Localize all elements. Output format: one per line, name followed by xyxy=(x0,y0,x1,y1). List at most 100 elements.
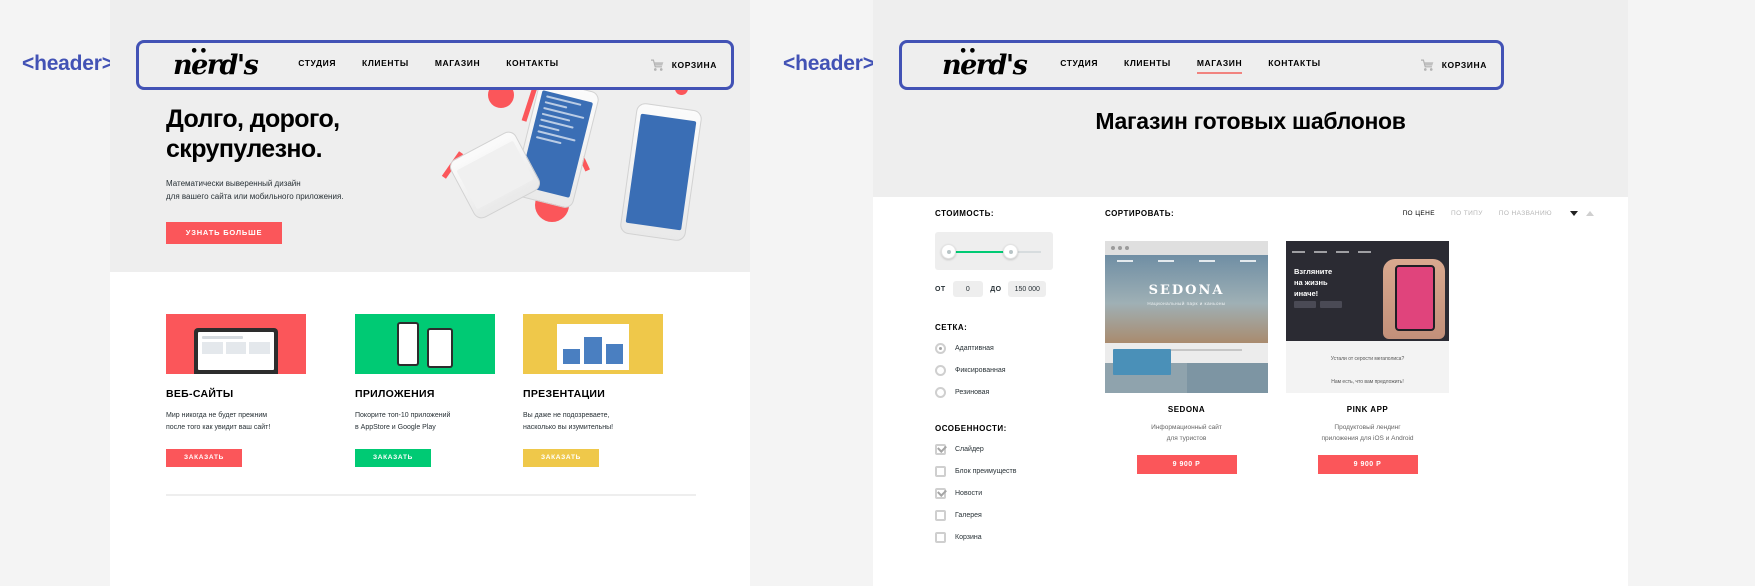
hero-cta-button[interactable]: УЗНАТЬ БОЛЬШЕ xyxy=(166,221,282,244)
product-description: Продуктовый лендинг приложения для iOS и… xyxy=(1321,424,1414,443)
option-label: Резиновая xyxy=(955,389,990,396)
price-range-inputs: ОТ 0 ДО 150 000 xyxy=(935,281,1053,297)
filter-grid-group: СЕТКА: Адаптивная Фиксированная Резинова… xyxy=(935,323,1053,398)
nav-item-studio[interactable]: СТУДИЯ xyxy=(298,58,336,73)
service-order-button[interactable]: ЗАКАЗАТЬ xyxy=(523,448,599,467)
service-illustration xyxy=(523,314,663,374)
nav-item-shop[interactable]: МАГАЗИН xyxy=(1196,58,1243,74)
nav-item-clients[interactable]: КЛИЕНТЫ xyxy=(1124,58,1171,73)
phone-mockup xyxy=(619,102,703,242)
product-card-sedona[interactable]: SEDONA Национальный парк и каньоны SEDON… xyxy=(1105,241,1268,475)
hero-copy: Долго, дорого, скрупулезно. Математическ… xyxy=(166,105,416,244)
sort-ascending-icon[interactable] xyxy=(1586,211,1594,216)
product-screenshot: SEDONA Национальный парк и каньоны xyxy=(1105,241,1268,393)
service-order-button[interactable]: ЗАКАЗАТЬ xyxy=(355,448,431,467)
checkbox-slider[interactable]: Слайдер xyxy=(935,444,1053,455)
checkbox-news[interactable]: Новости xyxy=(935,488,1053,499)
pink-phone-image xyxy=(1395,265,1435,331)
radio-grid-fluid[interactable]: Резиновая xyxy=(935,387,1053,398)
hero-illustration xyxy=(440,78,740,260)
hero-heading-line1: Долго, дорого, xyxy=(166,105,340,133)
laptop-icon xyxy=(194,328,278,374)
nav-right: СТУДИЯ КЛИЕНТЫ МАГАЗИН КОНТАКТЫ КОРЗИНА xyxy=(1060,58,1501,74)
radio-grid-fixed[interactable]: Фиксированная xyxy=(935,365,1053,376)
filter-grid-label: СЕТКА: xyxy=(935,323,968,332)
filter-sidebar: СТОИМОСТЬ: ОТ 0 ДО 150 000 СЕТКА: Адапти… xyxy=(935,209,1053,543)
phone-screen xyxy=(456,140,534,210)
shop-body: СТОИМОСТЬ: ОТ 0 ДО 150 000 СЕТКА: Адапти… xyxy=(873,197,1628,586)
sort-direction-controls xyxy=(1570,211,1594,216)
nav-item-clients[interactable]: КЛИЕНТЫ xyxy=(362,58,409,73)
checkbox-icon xyxy=(935,488,946,499)
sort-label: СОРТИРОВАТЬ: xyxy=(1105,209,1175,218)
product-description: Информационный сайт для туристов xyxy=(1151,424,1222,443)
checkbox-gallery[interactable]: Галерея xyxy=(935,510,1053,521)
service-description: Покорите топ-10 приложений в AppStore и … xyxy=(355,412,451,432)
checkbox-cart[interactable]: Корзина xyxy=(935,532,1053,543)
sort-descending-icon[interactable] xyxy=(1570,211,1578,216)
product-price-button[interactable]: 9 900 Р xyxy=(1136,455,1237,475)
product-name: PINK APP xyxy=(1346,405,1389,414)
service-order-button[interactable]: ЗАКАЗАТЬ xyxy=(166,448,242,467)
cart-icon xyxy=(1420,59,1434,71)
checkbox-benefits[interactable]: Блок преимуществ xyxy=(935,466,1053,477)
presentation-canvas: <header> <header> Долго, дорого, скрупул… xyxy=(0,0,1755,586)
price-max-input[interactable]: 150 000 xyxy=(1008,281,1046,297)
service-description: Вы даже не подозреваете, насколько вы из… xyxy=(523,412,614,432)
pink-hero: Взгляните на жизнь иначе! xyxy=(1286,241,1449,341)
sort-option-type[interactable]: ПО ТИПУ xyxy=(1451,210,1483,217)
sedona-tagline: Национальный парк и каньоны xyxy=(1147,301,1226,306)
option-label: Корзина xyxy=(955,534,982,541)
radio-icon xyxy=(935,343,946,354)
pink-footer-line2: Нам есть, что вам предложить! xyxy=(1331,378,1404,385)
filter-features-label: ОСОБЕННОСТИ: xyxy=(935,424,1007,433)
nav-item-shop[interactable]: МАГАЗИН xyxy=(435,58,480,73)
cart-link-left[interactable]: КОРЗИНА xyxy=(650,59,717,71)
service-card-apps[interactable]: ПРИЛОЖЕНИЯ Покорите топ-10 приложений в … xyxy=(355,314,495,467)
product-price-button[interactable]: 9 900 Р xyxy=(1317,455,1418,475)
radio-grid-adaptive[interactable]: Адаптивная xyxy=(935,343,1053,354)
service-card-presentations[interactable]: ПРЕЗЕНТАЦИИ Вы даже не подозреваете, нас… xyxy=(523,314,663,467)
logo-left[interactable]: •• nerd's xyxy=(173,45,259,79)
cart-label: КОРЗИНА xyxy=(1441,60,1487,70)
logo-right[interactable]: •• nerd's xyxy=(942,45,1028,79)
range-from-label: ОТ xyxy=(935,285,946,293)
header-right: •• nerd's СТУДИЯ КЛИЕНТЫ МАГАЗИН КОНТАКТ… xyxy=(899,40,1504,90)
hero-heading-line2: скрупулезно. xyxy=(166,134,323,163)
service-card-websites[interactable]: ВЕБ-САЙТЫ Мир никогда не будет прежним п… xyxy=(166,314,306,467)
slider-handle-max[interactable] xyxy=(1003,244,1018,259)
page-title: Магазин готовых шаблонов xyxy=(1095,108,1406,134)
cart-icon xyxy=(650,59,664,71)
nav-item-contacts[interactable]: КОНТАКТЫ xyxy=(506,58,558,73)
product-screenshot: Взгляните на жизнь иначе! Устали от серо… xyxy=(1286,241,1449,393)
checkbox-icon xyxy=(935,444,946,455)
sort-option-price[interactable]: ПО ЦЕНЕ xyxy=(1402,210,1435,217)
slider-handle-min[interactable] xyxy=(941,244,956,259)
nav-item-studio[interactable]: СТУДИЯ xyxy=(1060,58,1098,73)
service-title: ПРИЛОЖЕНИЯ xyxy=(355,388,435,400)
sedona-wordmark: SEDONA xyxy=(1148,283,1225,298)
hero-subtitle: Математически выверенный дизайн для ваше… xyxy=(166,178,416,204)
checkbox-icon xyxy=(935,466,946,477)
sedona-feature-card xyxy=(1113,349,1171,375)
radio-icon xyxy=(935,365,946,376)
logo-dots-icon: •• xyxy=(190,43,209,59)
logo-dots-icon: •• xyxy=(959,43,978,59)
price-range-slider[interactable] xyxy=(935,232,1053,270)
hero-subtitle-line1: Математически выверенный дизайн xyxy=(166,179,301,188)
nav-item-contacts[interactable]: КОНТАКТЫ xyxy=(1268,58,1320,73)
option-label: Фиксированная xyxy=(955,367,1006,374)
phone-icon xyxy=(427,328,453,368)
price-min-input[interactable]: 0 xyxy=(952,281,984,297)
slider-fill xyxy=(947,251,1009,253)
service-illustration xyxy=(166,314,306,374)
cart-link-right[interactable]: КОРЗИНА xyxy=(1420,59,1487,71)
sedona-hero-image xyxy=(1105,255,1268,343)
option-label: Адаптивная xyxy=(955,345,994,352)
service-title: ВЕБ-САЙТЫ xyxy=(166,388,234,400)
product-card-pink-app[interactable]: Взгляните на жизнь иначе! Устали от серо… xyxy=(1286,241,1449,475)
hero-heading: Долго, дорого, скрупулезно. xyxy=(166,105,416,164)
service-title: ПРЕЗЕНТАЦИИ xyxy=(523,388,606,400)
sort-option-name[interactable]: ПО НАЗВАНИЮ xyxy=(1499,210,1552,217)
annotation-header-right: <header> xyxy=(783,52,875,75)
